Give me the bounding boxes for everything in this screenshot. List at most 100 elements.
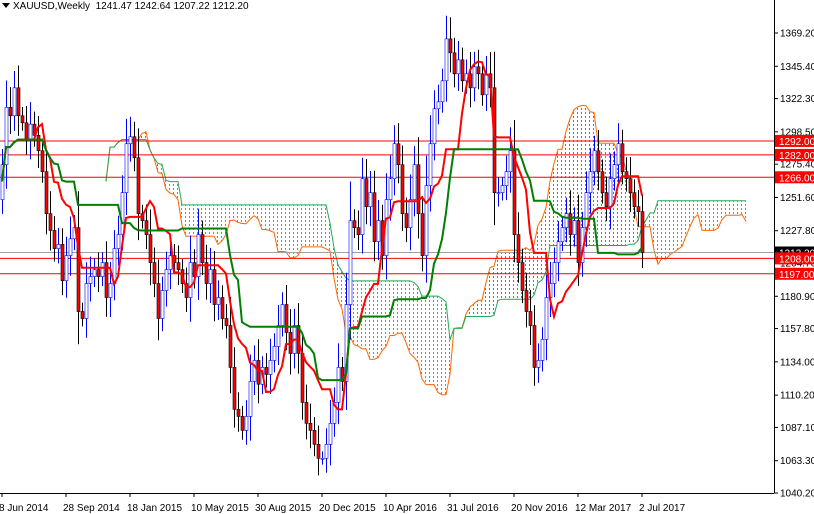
cloud-segment	[554, 149, 558, 246]
y-tick-label: 1087.10	[780, 423, 814, 434]
candle-body	[284, 304, 289, 333]
chart-header: XAUUSD,Weekly 1241.47 1242.64 1207.22 12…	[2, 1, 249, 12]
candle	[284, 284, 289, 351]
candle-body	[356, 227, 361, 235]
y-tick-label: 1227.80	[780, 226, 814, 237]
candle-body	[556, 241, 561, 263]
level-price-label: 1266.00	[779, 173, 814, 184]
candle-body	[40, 150, 45, 172]
x-tick-label: 10 May 2015	[191, 503, 249, 514]
cloud-segment	[322, 204, 326, 249]
candle	[552, 247, 557, 298]
candle	[544, 274, 549, 361]
candle-body	[544, 297, 549, 340]
candle-body	[368, 192, 373, 207]
candle-body	[376, 220, 381, 242]
cloud-segment	[234, 204, 238, 223]
cloud-segment	[270, 204, 274, 233]
candle-body	[400, 164, 405, 214]
candle-body	[404, 213, 409, 228]
y-tick-label: 1134.00	[780, 357, 814, 368]
candle-body	[216, 297, 221, 305]
candle-body	[148, 234, 153, 263]
cloud-segment	[170, 181, 174, 195]
cloud-segment	[314, 204, 318, 247]
candle	[232, 347, 237, 428]
cloud-segment	[662, 200, 666, 260]
cloud-segment	[734, 200, 738, 216]
cloud-segment	[414, 282, 418, 363]
candle-body	[84, 283, 89, 319]
candle-body	[516, 234, 521, 263]
candle	[336, 343, 341, 425]
x-tick-label: 12 Mar 2017	[575, 503, 632, 514]
candle	[636, 190, 641, 227]
candle-body	[472, 66, 477, 89]
candle	[4, 80, 9, 189]
candle-body	[92, 269, 97, 277]
candle-body	[88, 276, 93, 284]
candle	[236, 392, 241, 432]
candle-body	[452, 52, 457, 75]
candle-body	[624, 171, 629, 179]
candle	[536, 343, 541, 383]
candle-body	[156, 283, 161, 319]
candle-body	[12, 87, 17, 117]
candle	[88, 256, 93, 302]
cloud-segment	[238, 204, 242, 224]
candle	[396, 123, 401, 184]
candle	[52, 216, 57, 262]
cloud-segment	[726, 200, 730, 216]
candle-body	[432, 108, 437, 145]
candle-body	[524, 290, 529, 312]
candle	[452, 37, 457, 88]
candle-body	[56, 244, 61, 249]
cloud-segment	[186, 204, 190, 237]
candle	[404, 197, 409, 243]
cloud-segment	[710, 200, 714, 231]
dropdown-triangle-icon[interactable]	[2, 3, 10, 8]
candle-body	[44, 171, 49, 214]
candle-body	[220, 297, 225, 319]
cloud-segment	[426, 296, 430, 385]
cloud-segment	[494, 251, 498, 316]
candle	[156, 259, 161, 341]
cloud-segment	[510, 250, 514, 300]
candle-body	[208, 269, 213, 284]
cloud-segment	[438, 296, 442, 395]
candle	[100, 252, 105, 286]
candle-body	[632, 192, 637, 207]
candle-body	[68, 238, 73, 256]
candle-body	[576, 220, 581, 263]
candle	[208, 247, 213, 304]
candle	[112, 230, 117, 301]
level-price-label: 1208.00	[779, 254, 814, 265]
candle-body	[528, 311, 533, 326]
y-tick-label: 1322.30	[780, 94, 814, 105]
candle-body	[388, 178, 393, 200]
candle-body	[60, 244, 65, 282]
candle	[12, 71, 17, 131]
candle-body	[304, 402, 309, 424]
candle-body	[316, 444, 321, 459]
candle	[316, 425, 321, 476]
x-tick-label: 20 Dec 2015	[319, 503, 376, 514]
candle	[392, 125, 397, 196]
cloud-segment	[430, 296, 434, 385]
x-tick-label: 31 Jul 2016	[447, 503, 499, 514]
candle-body	[444, 38, 449, 82]
cloud-segment	[658, 200, 662, 265]
candle-body	[360, 178, 365, 235]
candle	[252, 345, 257, 395]
candle	[240, 405, 245, 440]
cloud-segment	[442, 298, 446, 395]
price-chart[interactable]: 1369.201345.401322.301298.501275.401251.…	[0, 0, 814, 514]
candle	[320, 451, 325, 465]
candle	[68, 216, 73, 276]
candle	[352, 209, 357, 239]
cloud-segment	[354, 280, 358, 346]
y-tick-label: 1157.80	[780, 324, 814, 335]
cloud-segment	[410, 280, 414, 358]
candle-body	[476, 66, 481, 75]
candle	[152, 247, 157, 298]
